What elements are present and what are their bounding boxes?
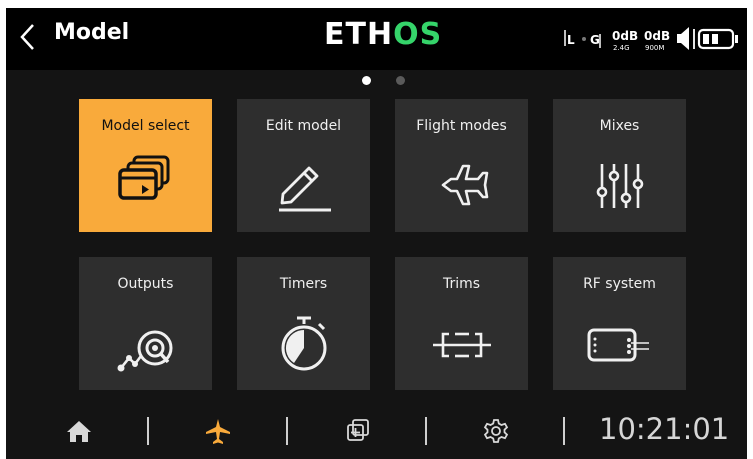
page-dot-2[interactable] (396, 76, 405, 85)
system-icon[interactable] (344, 417, 372, 445)
status-indicators: L G 0dB 2.4G 0dB 900M (564, 27, 738, 52)
band-900m: 900M (645, 44, 664, 52)
volume-icon (677, 27, 689, 50)
outputs-icon (117, 330, 173, 372)
tile-flight-modes[interactable]: Flight modes (395, 99, 528, 232)
tile-label: Mixes (599, 118, 640, 134)
page-title: Model (54, 20, 130, 45)
chevron-left-icon (20, 24, 34, 50)
rssi-900m: 0dB (644, 29, 670, 43)
stopwatch-icon (281, 316, 327, 371)
radio-screen: Model ETHOS L G 0dB 2.4G 0dB 900M Model … (6, 8, 747, 459)
divider (286, 417, 288, 445)
rssi-2g4: 0dB (612, 29, 638, 43)
tile-timers[interactable]: Timers (237, 257, 370, 390)
page-dot-1[interactable] (362, 76, 371, 85)
home-icon[interactable] (65, 417, 93, 445)
tile-label: Model select (101, 118, 190, 134)
airplane-icon[interactable] (204, 417, 232, 445)
divider (563, 417, 565, 445)
sliders-icon (596, 164, 644, 208)
tile-model-select[interactable]: Model select (79, 99, 212, 232)
airplane-icon (441, 164, 489, 206)
ethos-logo: ETHOS (324, 17, 443, 52)
settings-icon[interactable] (482, 417, 510, 445)
tile-edit-model[interactable]: Edit model (237, 99, 370, 232)
clock: 10:21:01 (599, 412, 730, 446)
tile-label: Trims (442, 276, 481, 292)
tile-trims[interactable]: Trims (395, 257, 528, 390)
tile-label: Outputs (117, 276, 174, 292)
model-select-icon (118, 155, 170, 200)
band-2g4: 2.4G (613, 44, 630, 52)
divider (147, 417, 149, 445)
tile-label: Timers (279, 276, 328, 292)
flag-l: L (567, 33, 575, 47)
tile-rf-system[interactable]: RF system (553, 257, 686, 390)
page-indicator (6, 74, 747, 88)
tile-label: Flight modes (416, 118, 507, 134)
rf-module-icon (587, 328, 649, 362)
trims-icon (433, 332, 491, 358)
tile-mixes[interactable]: Mixes (553, 99, 686, 232)
flag-g: G (590, 33, 600, 47)
top-bar: Model ETHOS L G 0dB 2.4G 0dB 900M (6, 8, 747, 70)
tile-label: RF system (583, 276, 656, 292)
battery-icon (697, 28, 738, 50)
bottom-bar: 10:21:01 (6, 403, 747, 459)
tile-label: Edit model (265, 118, 342, 134)
divider (425, 417, 427, 445)
pencil-icon (279, 166, 331, 212)
back-button[interactable] (12, 17, 44, 57)
tile-outputs[interactable]: Outputs (79, 257, 212, 390)
